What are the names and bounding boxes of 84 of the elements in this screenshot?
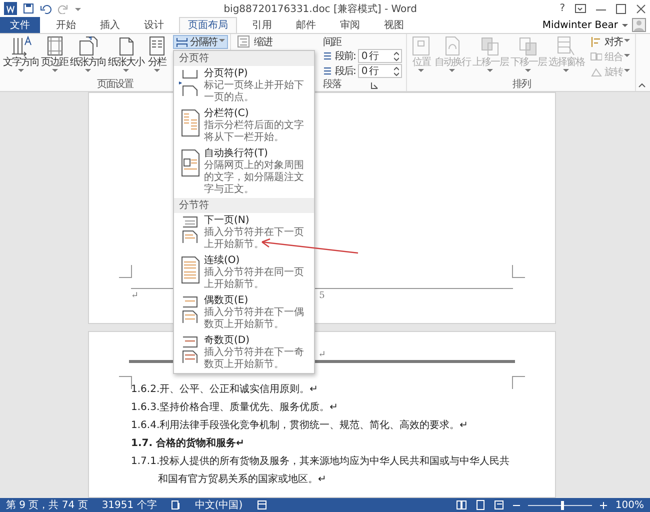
language[interactable]: 中文(中国) (194, 498, 243, 512)
page-number: 5 (319, 291, 325, 301)
orientation-icon (77, 35, 99, 57)
menu-item-title[interactable]: 自动换行符(T) (204, 148, 310, 160)
menu-item-title[interactable]: 下一页(N) (204, 215, 310, 227)
paragraph-mark: ↵ (131, 291, 139, 301)
spinner-icon (394, 52, 400, 60)
menu-item-description: 指示分栏符后面的文字将从下一栏开始。 (204, 120, 305, 144)
print-layout-icon (475, 500, 486, 510)
paragraph-mark: ↵ (318, 350, 326, 360)
ribbon-tab[interactable]: 开始 (47, 17, 85, 33)
customize-caret-icon (75, 6, 81, 12)
breaks-button[interactable]: 分隔符 (173, 35, 228, 49)
menu-item-description: 插入分节符并在同一页上开始新节。 (204, 267, 305, 291)
align-icon (590, 36, 602, 48)
group-label: 排列 (512, 79, 530, 91)
zoom-slider-thumb[interactable] (560, 500, 564, 510)
ribbon-tab[interactable]: 审阅 (331, 17, 369, 33)
word-count[interactable]: 31951 个字 (102, 498, 157, 512)
spinner-icon (394, 66, 400, 76)
menu-item-title[interactable]: 分页符(P) (204, 68, 310, 80)
body-text: 1.6.3.坚持价格合理、质量优先、服务优质。↵ (131, 400, 340, 415)
selection-pane-icon (555, 35, 578, 57)
menu-item-title[interactable]: 连续(O) (204, 255, 310, 267)
group-label: 段落 (323, 79, 341, 91)
ribbon-tab[interactable]: 邮件 (287, 17, 325, 33)
dialog-launcher-icon (371, 82, 378, 88)
collapse-ribbon-icon (638, 83, 646, 88)
menu-item-title[interactable]: 奇数页(D) (204, 335, 310, 347)
page-break-icon (178, 68, 200, 98)
page-count[interactable]: 第 9 页，共 74 页 (6, 498, 88, 512)
body-text: 1.6.2.开、公平、公正和诚实信用原则。↵ (131, 382, 320, 397)
zoom-level[interactable]: 100% (615, 500, 644, 510)
spacing-field[interactable]: 0 行 (358, 49, 402, 63)
redo-icon (58, 3, 69, 14)
save-icon (23, 3, 34, 14)
menu-item-description: 插入分节符并在下一偶数页上开始新节。 (204, 307, 305, 331)
ribbon-button[interactable]: 纸张方向 (69, 35, 107, 77)
undo-icon (40, 3, 52, 14)
menu-item-title[interactable]: 偶数页(E) (204, 295, 310, 307)
spacing-field-label: 段前: (335, 50, 356, 63)
zoom-in-icon (600, 502, 608, 508)
ribbon-button[interactable]: 纸张大小 (107, 35, 145, 77)
close-icon (636, 4, 646, 14)
ribbon-button[interactable]: 文字方向 (2, 35, 40, 77)
menu-section-heading: 分节符 (174, 198, 314, 213)
spacing-field[interactable]: 0 行 (358, 64, 402, 78)
window-title: big88720176331.doc [兼容模式] - Word (222, 2, 418, 16)
ribbon-tab[interactable]: 页面布局 (179, 17, 237, 33)
menu-item-description: 插入分节符并在下一页上开始新节。 (204, 227, 305, 251)
ribbon-button[interactable]: 页边距 (40, 35, 69, 77)
indent-icon (237, 35, 251, 48)
spacing-icon (323, 66, 332, 76)
ribbon-button[interactable]: 对齐 (587, 35, 634, 49)
body-text: 1.6.4.利用法律手段强化竞争机制，贯彻统一、规范、简化、高效的要求。↵ (131, 418, 470, 433)
position-icon (410, 35, 432, 57)
text-direction-icon (10, 35, 32, 57)
spacing-label: 间距 (323, 36, 342, 48)
read-mode-icon (456, 500, 468, 510)
group-label: 页面设置 (97, 79, 133, 91)
spacing-icon (323, 51, 332, 61)
account-name[interactable]: Midwinter Bear (542, 20, 618, 30)
caret-icon (622, 24, 628, 30)
menu-item-description: 标记一页终止并开始下一页的点。 (204, 80, 305, 104)
ribbon-tab[interactable]: 设计 (135, 17, 173, 33)
group-icon (590, 51, 602, 63)
menu-item-title[interactable]: 分栏符(C) (204, 108, 310, 120)
help-button[interactable]: ? (560, 3, 565, 14)
breaks-icon (176, 36, 188, 48)
body-text: 1.7.1.投标人提供的所有货物及服务，其来源地均应为中华人民共和国或与中华人民共和国有官方贸易关系的国家或地区。↵ (131, 454, 511, 487)
menu-item-description: 分隔网页上的对象周围的文字，如分隔题注文字与正文。 (204, 160, 305, 196)
file-menu-button[interactable]: 文件 (0, 17, 40, 33)
indent-label: 缩进 (254, 36, 272, 49)
ribbon-tab[interactable]: 视图 (375, 17, 413, 33)
web-layout-icon (494, 500, 506, 510)
menu-section-heading: 分页符 (174, 51, 314, 66)
spacing-field-label: 段后: (335, 64, 356, 78)
menu-item-description: 插入分节符并在下一奇数页上开始新节。 (204, 347, 305, 371)
ribbon-tab[interactable]: 引用 (243, 17, 281, 33)
maximize-icon (616, 4, 626, 14)
section-heading: 1.7. 合格的货物和服务↵ (131, 436, 246, 451)
ribbon-button[interactable]: 分栏 (145, 35, 169, 77)
ribbon-display-icon (575, 4, 586, 13)
ribbon-tab[interactable]: 插入 (91, 17, 129, 33)
